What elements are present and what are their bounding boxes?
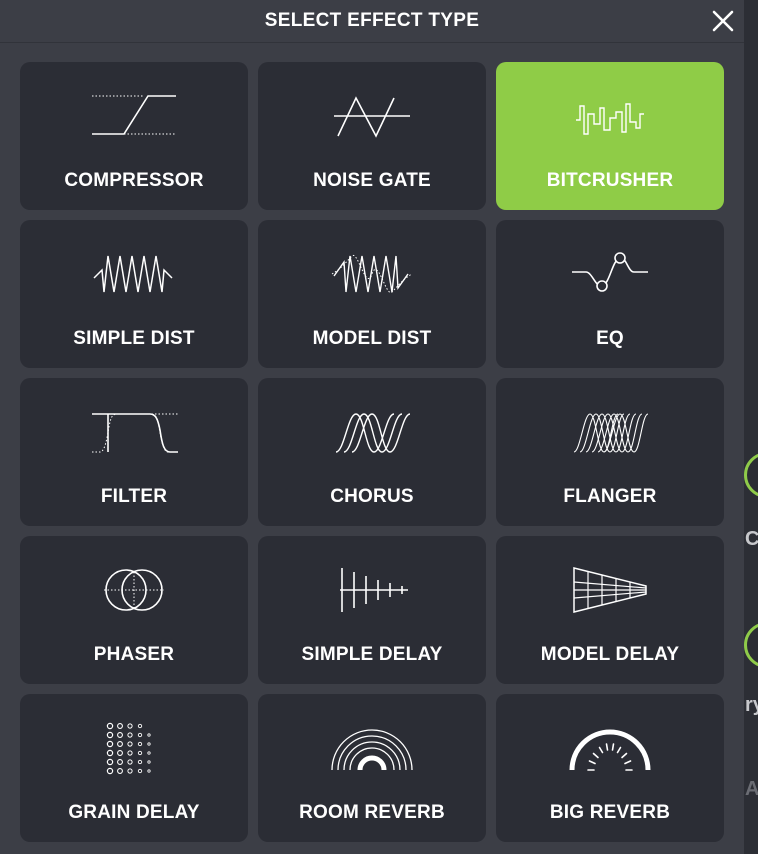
phaser-icon: [104, 569, 164, 611]
simple-dist-icon: [93, 255, 173, 293]
effect-label: FLANGER: [563, 486, 657, 507]
effect-label: CHORUS: [330, 486, 414, 507]
dialog-header: SELECT EFFECT TYPE: [0, 0, 744, 43]
effect-label: BIG REVERB: [549, 802, 671, 823]
effect-tile-chorus[interactable]: CHORUS: [258, 378, 486, 526]
effect-tile-simple-dist[interactable]: SIMPLE DIST: [20, 220, 248, 368]
effect-tile-grain-delay[interactable]: GRAIN DELAY: [20, 694, 248, 842]
effect-tile-bitcrusher[interactable]: BITCRUSHER: [496, 62, 724, 210]
background-panel-edge: [744, 0, 758, 854]
simple-delay-icon: [340, 568, 408, 612]
effect-label: MODEL DIST: [312, 328, 432, 349]
effect-grid: COMPRESSOR NOISE GATE BITCRUSHER SIMPLE …: [20, 62, 724, 842]
noise-gate-icon: [334, 96, 410, 138]
effect-label: PHASER: [93, 644, 175, 665]
effect-tile-noise-gate[interactable]: NOISE GATE: [258, 62, 486, 210]
effect-tile-filter[interactable]: FILTER: [20, 378, 248, 526]
eq-icon: [572, 252, 648, 292]
effect-tile-phaser[interactable]: PHASER: [20, 536, 248, 684]
effect-tile-simple-delay[interactable]: SIMPLE DELAY: [258, 536, 486, 684]
background-label: C: [745, 528, 758, 550]
effect-label: MODEL DELAY: [540, 644, 680, 665]
dialog-title: SELECT EFFECT TYPE: [264, 10, 480, 31]
bitcrusher-icon: [576, 103, 644, 135]
room-reverb-icon: [331, 729, 413, 771]
effect-tile-model-dist[interactable]: MODEL DIST: [258, 220, 486, 368]
effect-tile-model-delay[interactable]: MODEL DELAY: [496, 536, 724, 684]
background-label: AT: [745, 778, 758, 800]
effect-label: GRAIN DELAY: [68, 802, 200, 823]
effect-label: FILTER: [100, 486, 168, 507]
effect-tile-eq[interactable]: EQ: [496, 220, 724, 368]
effect-label: EQ: [596, 328, 624, 349]
close-icon[interactable]: [710, 8, 736, 34]
chorus-icon: [335, 413, 411, 453]
effect-tile-room-reverb[interactable]: ROOM REVERB: [258, 694, 486, 842]
effect-type-dialog: SELECT EFFECT TYPE COMPRESSOR NOISE GATE: [0, 0, 744, 854]
filter-icon: [92, 413, 178, 453]
background-label: ry: [745, 694, 758, 716]
effect-tile-big-reverb[interactable]: BIG REVERB: [496, 694, 724, 842]
model-delay-icon: [573, 567, 647, 613]
compressor-icon: [92, 95, 176, 135]
effect-label: NOISE GATE: [313, 170, 431, 191]
grain-delay-icon: [106, 722, 151, 775]
effect-label: SIMPLE DIST: [73, 328, 195, 349]
effect-label: BITCRUSHER: [546, 170, 674, 191]
effect-label: COMPRESSOR: [64, 170, 204, 191]
effect-tile-flanger[interactable]: FLANGER: [496, 378, 724, 526]
model-dist-icon: [331, 255, 413, 293]
effect-label: ROOM REVERB: [299, 802, 445, 823]
big-reverb-icon: [569, 729, 651, 771]
effect-label: SIMPLE DELAY: [301, 644, 443, 665]
flanger-icon: [573, 413, 649, 453]
effect-tile-compressor[interactable]: COMPRESSOR: [20, 62, 248, 210]
